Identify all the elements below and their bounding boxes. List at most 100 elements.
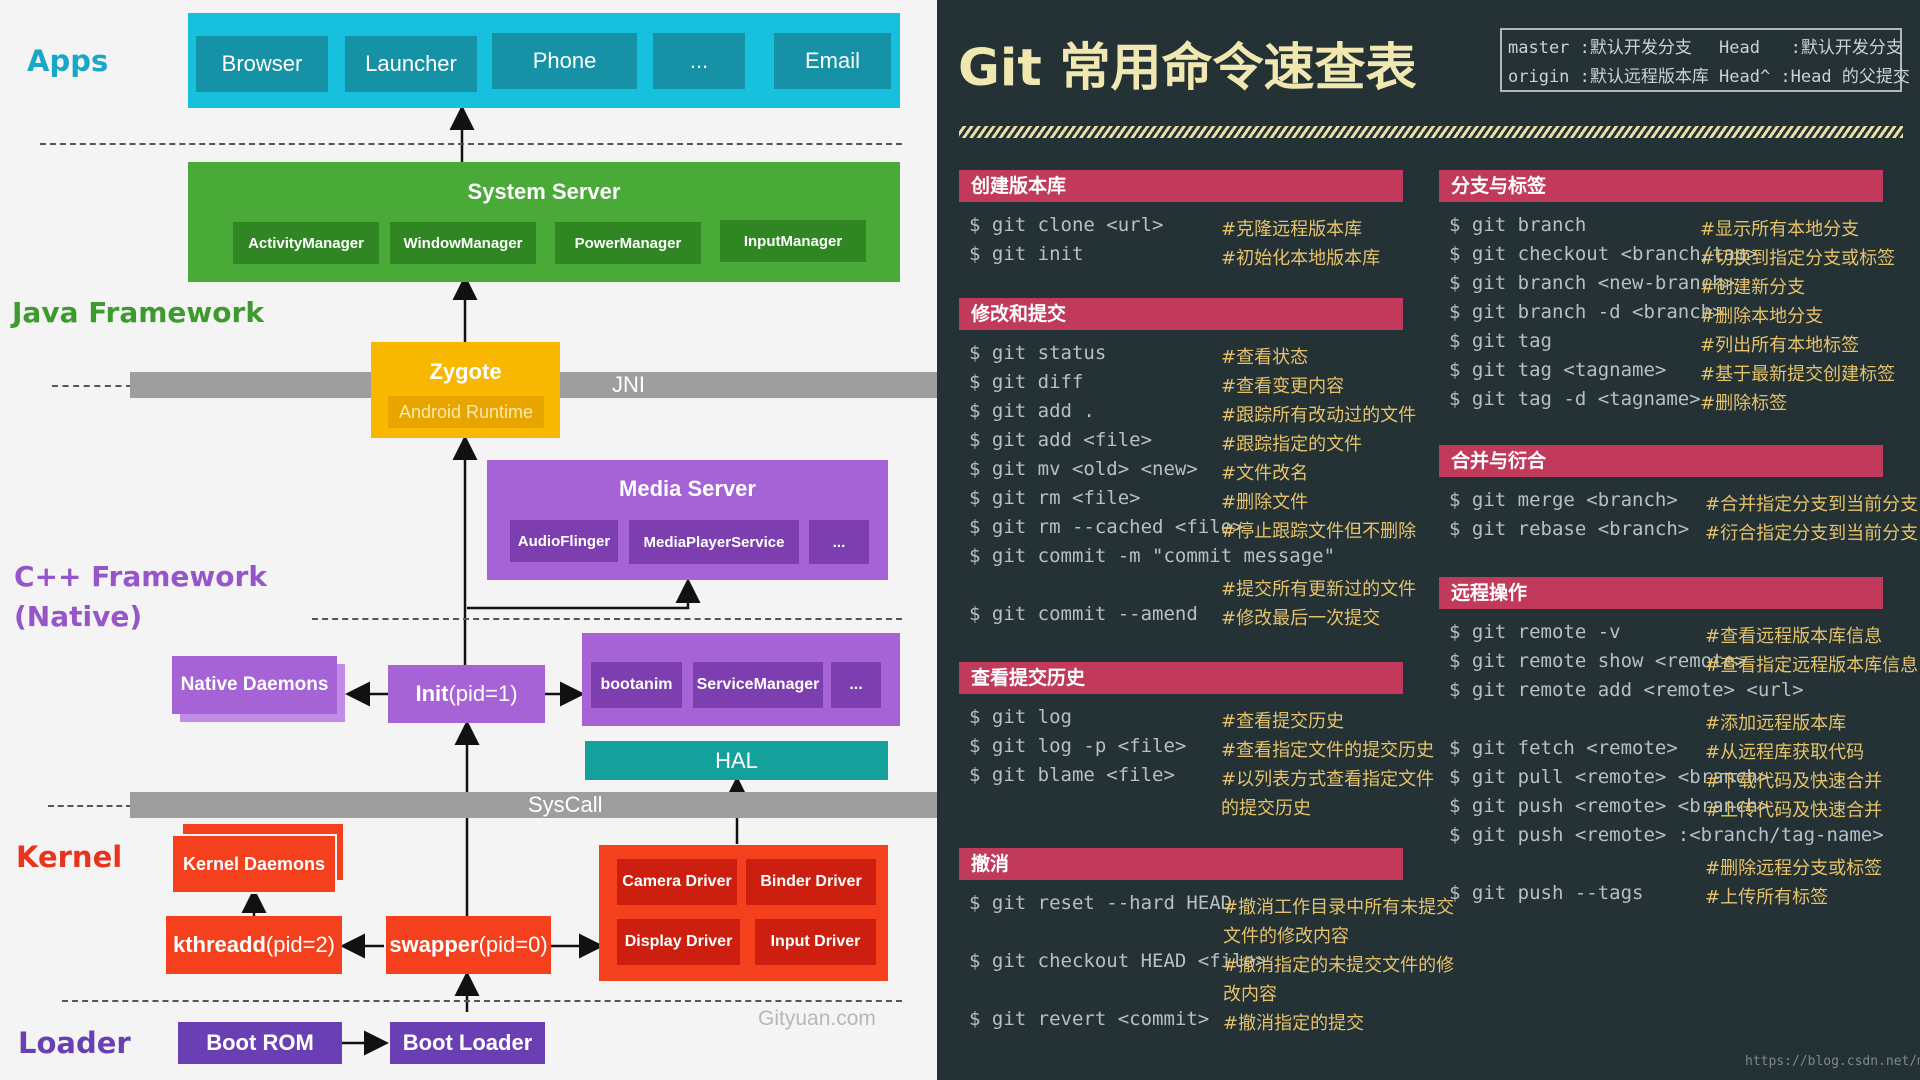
git-command: $ git revert <commit> [969,1008,1210,1030]
app-phone: Phone [492,33,637,89]
git-command-note: #上传所有标签 [1705,887,1829,908]
app-browser: Browser [196,36,328,92]
git-command: $ git status [969,342,1107,364]
git-command-note: #列出所有本地标签 [1700,335,1860,356]
hal: HAL [585,741,888,780]
git-command-note: #添加远程版本库 [1705,713,1847,734]
legend-origin: origin :默认远程版本库 [1508,67,1709,87]
service-manager: ServiceManager [693,662,823,708]
media-server-title: Media Server [619,476,756,501]
section-undo-header: 撤消 [959,848,1403,880]
section-remote-header: 远程操作 [1439,577,1883,609]
cpp-layer-label: C++ Framework [14,560,267,593]
git-command: $ git reset --hard HEAD [969,892,1233,914]
git-command: $ git branch [1449,214,1587,236]
section-history-header: 查看提交历史 [959,662,1403,694]
git-command-note: #基于最新提交创建标签 [1700,364,1896,385]
loader-layer-label: Loader [18,1026,131,1060]
git-command: $ git remote -v [1449,621,1621,643]
activity-manager: ActivityManager [233,222,379,264]
app-launcher: Launcher [345,36,477,92]
git-command: $ git remote show <remote> [1449,650,1747,672]
git-command-note: #初始化本地版本库 [1221,248,1381,269]
section-branch-header: 分支与标签 [1439,170,1883,202]
footer-url: https://blog.csdn.net/minmin_1123 [1745,1054,1920,1069]
git-command-note: #删除文件 [1221,492,1309,513]
git-command-note: #合并指定分支到当前分支 [1705,494,1919,515]
git-command-note: #克隆远程版本库 [1221,219,1363,240]
git-cheatsheet: Git 常用命令速查表 master :默认开发分支 origin :默认远程版… [937,0,1920,1080]
kthreadd-name: kthreadd [172,932,266,957]
git-command-note: #查看状态 [1221,347,1309,368]
git-command-note: #跟踪指定的文件 [1221,434,1363,455]
swapper: swapper (pid=0) [386,916,551,974]
legend-master: master :默认开发分支 [1508,38,1692,58]
git-command-note: #停止跟踪文件但不删除 [1221,521,1417,542]
git-command: $ git commit --amend [969,603,1198,625]
kernel-layer-label: Kernel [16,840,123,874]
boot-loader: Boot Loader [390,1022,545,1064]
git-command-note: #下载代码及快速合并 [1705,771,1883,792]
git-command: $ git commit -m "commit message" [969,545,1336,567]
git-command-note: #查看指定远程版本库信息 [1705,655,1919,676]
window-manager: WindowManager [390,222,536,264]
git-command-note: #撤消工作目录中所有未提交 [1223,897,1455,918]
git-command: $ git branch -d <branch> [1449,301,1724,323]
binder-driver: Binder Driver [746,859,876,905]
git-command-note: #撤消指定的未提交文件的修 [1223,955,1455,976]
git-command: $ git init [969,243,1084,265]
git-command-note: #删除本地分支 [1700,306,1824,327]
git-command: $ git push --tags [1449,882,1644,904]
git-command-note: #创建新分支 [1700,277,1806,298]
git-command-note: #跟踪所有改动过的文件 [1221,405,1417,426]
section-create-header: 创建版本库 [959,170,1403,202]
system-server-title: System Server [467,179,621,204]
git-command: $ git diff [969,371,1084,393]
audio-flinger: AudioFlinger [510,520,618,562]
git-command: $ git merge <branch> [1449,489,1678,511]
git-command-note: #提交所有更新过的文件 [1221,579,1417,600]
android-runtime: Android Runtime [388,396,544,428]
syscall-separator [48,805,132,807]
native-separator [312,618,902,620]
init-pid: (pid=1) [448,681,518,706]
display-driver: Display Driver [617,919,740,965]
git-command: $ git rm --cached <file> [969,516,1244,538]
git-command: $ git rebase <branch> [1449,518,1690,540]
git-title: Git 常用命令速查表 [958,39,1417,98]
git-command: $ git push <remote> :<branch/tag-name> [1449,824,1884,846]
power-manager: PowerManager [555,222,701,264]
hatched-divider [959,126,1903,138]
apps-separator [40,143,902,145]
jni-separator [52,385,132,387]
services-more: ... [831,662,881,708]
camera-driver: Camera Driver [617,859,737,905]
git-command: $ git remote add <remote> <url> [1449,679,1804,701]
swapper-name: swapper [389,932,479,957]
git-command-note: 改内容 [1223,984,1277,1005]
git-command: $ git tag [1449,330,1552,352]
kthreadd-pid: (pid=2) [265,932,335,957]
init-process: Init (pid=1) [388,665,545,723]
git-command: $ git rm <file> [969,487,1141,509]
loader-separator [62,1000,902,1002]
git-command: $ git tag -d <tagname> [1449,388,1701,410]
git-command-note: #修改最后一次提交 [1221,608,1381,629]
app-more: ... [653,33,745,89]
boot-rom: Boot ROM [178,1022,342,1064]
git-command-note: #查看变更内容 [1221,376,1345,397]
media-player-service: MediaPlayerService [629,520,799,564]
git-command-note: #删除远程分支或标签 [1705,858,1883,879]
git-command-note: #撤消指定的提交 [1223,1013,1365,1034]
java-layer-label: Java Framework [12,296,264,329]
git-command-note: #以列表方式查看指定文件 [1221,769,1435,790]
kernel-daemons: Kernel Daemons [173,836,335,892]
syscall-bar: SysCall [130,792,937,818]
legend-head-parent: Head^ :Head 的父提交 [1719,67,1910,87]
git-command: $ git branch <new-branch> [1449,272,1735,294]
git-command: $ git log -p <file> [969,735,1187,757]
legend-head: Head :默认开发分支 [1719,38,1903,58]
zygote-title: Zygote [429,359,502,384]
native-daemons: Native Daemons [172,656,337,714]
watermark: Gityuan.com [758,1007,876,1030]
